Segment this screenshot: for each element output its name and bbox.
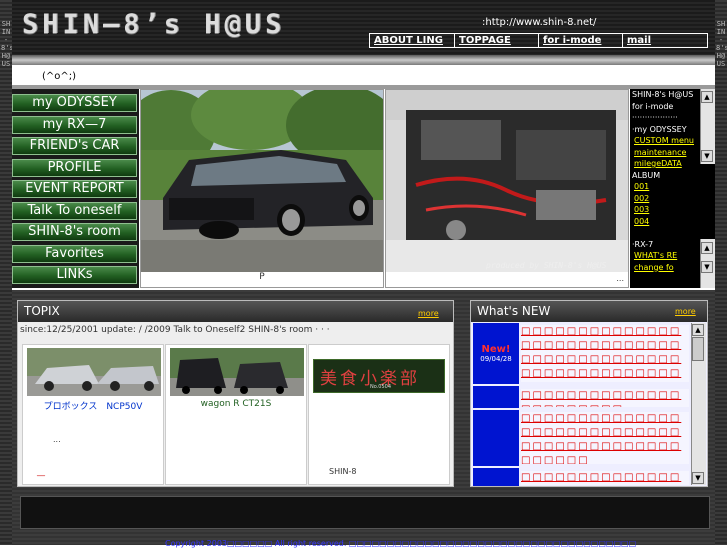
photo-watermark: produced by SHIN-8's H@US [485,261,607,270]
menu-friends-car[interactable]: FRIEND's CAR [12,137,137,155]
emoticon-text: (^o^;) [42,71,77,82]
imode-link[interactable]: 002 [630,193,700,205]
news-date [473,410,519,466]
imode-list-text: ·RX-7 [632,239,654,249]
imode-list-text: for i-mode [632,101,674,111]
panel-title: TOPIX [18,301,453,322]
imode-list-text [630,227,700,239]
imode-list-text: ALBUM [632,170,661,180]
footer-bar [20,496,710,529]
news-item-text[interactable]: □□□□□□□□□□□□□□□□□□□□□□□ [521,471,689,485]
car-thumbnail[interactable] [27,348,161,396]
panel-title: What's NEW [471,301,707,322]
scroll-down-arrow[interactable]: ▼ [692,472,704,484]
card-caption[interactable]: wagon R CT21S [166,399,306,409]
menu-my-rx7[interactable]: my RX—7 [12,116,137,134]
news-date: New! 09/04/28 [473,323,519,384]
engine-photo[interactable]: produced by SHIN-8's H@US [386,90,628,272]
car-thumbnail[interactable] [170,348,304,396]
imode-list-text: ·················· [632,113,678,122]
club-logo-number: No.0504 [370,384,392,390]
card-link[interactable]: __ [37,467,45,476]
menu-shin8-room[interactable]: SHIN-8's room [12,223,137,241]
news-date [473,386,519,408]
car-photo-panel: P [140,89,384,288]
photo-caption: P [259,272,265,282]
topix-more-link[interactable]: more [418,309,439,318]
side-vertical-text: SHIN-8's H@US [716,20,727,68]
scroll-down-arrow[interactable]: ▼ [701,261,713,273]
site-logo[interactable]: SHIN—8’s H@US [22,9,285,40]
topix-card: 美食小楽部 No.0504 SHIN-8 [308,344,450,485]
imode-link[interactable]: 004 [630,216,700,228]
imode-link[interactable]: maintenance [630,147,700,159]
scroll-up-arrow[interactable]: ▲ [701,91,713,103]
imode-link[interactable]: WHAT's RE [630,250,700,262]
whats-new-more-link[interactable]: more [675,307,696,316]
imode-link[interactable]: CUSTOM menu [630,135,700,147]
imode-link[interactable]: 001 [630,181,700,193]
imode-link[interactable]: milegeDATA [630,158,700,170]
odyssey-car-photo[interactable] [141,90,383,272]
imode-link[interactable]: change fo [630,262,700,274]
scrollbar-thumb[interactable] [692,337,704,361]
menu-event-report[interactable]: EVENT REPORT [12,180,137,198]
scroll-up-arrow[interactable]: ▲ [692,324,704,336]
news-item-text[interactable]: □□□□□□□□□□□□□□□□□□□□□□□□□□□□□□□□□□□□□□□□… [521,325,689,382]
imode-list-text: ·my ODYSSEY [632,124,687,134]
news-item-text[interactable]: □□□□□□□□□□□□□□□□□□□□□□□□□□□□□□□□□□□□□□□□… [521,412,689,464]
nav-mail[interactable]: mail [622,33,708,48]
nav-about-ling[interactable]: ABOUT LING [369,33,454,48]
nav-toppage[interactable]: TOPPAGE [454,33,538,48]
left-side-strip: SHIN-8's H@US [0,0,14,545]
imode-list-text: SHIN-8's H@US [632,90,694,99]
photo-caption: ... [616,274,624,283]
copyright-text: Copyright 2003□□□□□□ All right reserved.… [165,539,637,548]
right-side-strip: SHIN-8's H@US [715,0,727,545]
imode-link[interactable]: 003 [630,204,700,216]
menu-links[interactable]: LINKs [12,266,137,284]
side-menu: my ODYSSEY my RX—7 FRIEND's CAR PROFILE … [12,89,139,288]
topix-info: since:12/25/2001 update: / /2009 Talk to… [20,325,330,335]
topix-panel: TOPIX more since:12/25/2001 update: / /2… [17,300,454,487]
whats-new-panel: What's NEW more New! 09/04/28 □□□□□□□□□□… [470,300,708,487]
card-caption: SHIN-8 [329,467,357,476]
club-logo[interactable]: 美食小楽部 No.0504 [313,359,445,393]
site-url: :http://www.shin-8.net/ [482,17,597,28]
header-divider [12,55,715,65]
topix-card: wagon R CT21S [165,344,307,485]
topix-card: プロボックス NCP50V ... __ [22,344,164,485]
card-caption[interactable]: プロボックス NCP50V [23,399,163,412]
card-text: ... [53,435,61,444]
side-vertical-text: SHIN-8's H@US [1,20,14,68]
imode-link-list: SHIN-8's H@US for i-mode ·················… [630,89,715,288]
menu-talk-to-oneself[interactable]: Talk To oneself [12,202,137,220]
menu-my-odyssey[interactable]: my ODYSSEY [12,94,137,112]
news-item-text[interactable]: □□□□□□□□□□□□□□□□□□□□□□□ [521,389,689,407]
nav-i-mode[interactable]: for i-mode [538,33,622,48]
news-date-text: 09/04/28 [480,355,512,363]
scroll-up-arrow[interactable]: ▲ [701,242,713,254]
menu-favorites[interactable]: Favorites [12,245,137,263]
menu-profile[interactable]: PROFILE [12,159,137,177]
new-badge: New! [481,344,511,355]
news-date [473,468,519,486]
engine-photo-panel: produced by SHIN-8's H@US ... [385,89,629,288]
scroll-down-arrow[interactable]: ▼ [701,150,713,162]
